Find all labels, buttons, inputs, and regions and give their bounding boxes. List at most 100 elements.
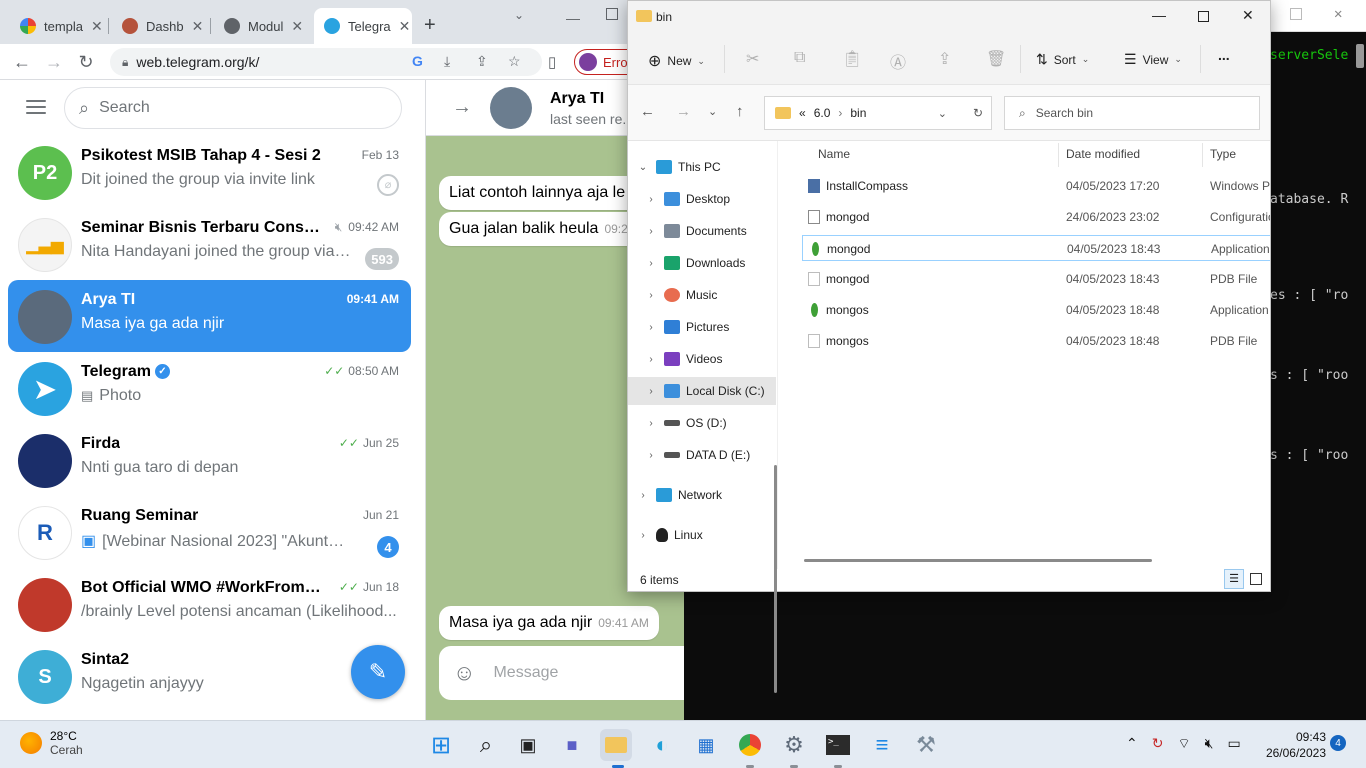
file-row[interactable]: mongos 04/05/2023 18:48 Application xyxy=(802,297,1270,323)
more-options-button[interactable]: ... xyxy=(1218,47,1230,63)
chevron-right-icon[interactable]: › xyxy=(644,194,658,205)
emoji-icon[interactable]: ☺ xyxy=(453,660,475,686)
maximize-icon[interactable] xyxy=(1290,8,1302,20)
chevron-up-icon[interactable]: ⌃ xyxy=(1126,735,1138,753)
arrow-right-icon[interactable]: → xyxy=(452,96,472,119)
chevron-right-icon[interactable]: › xyxy=(644,226,658,237)
install-icon[interactable]: ⤓ xyxy=(444,53,450,70)
address-bar[interactable]: « 6.0 › bin ⌄ ↻ xyxy=(764,96,992,130)
nav-item-data-d-e[interactable]: › DATA D (E:) xyxy=(628,441,776,469)
edge-icon[interactable]: ◐ xyxy=(646,729,678,761)
meet-icon[interactable]: ■ xyxy=(556,729,588,761)
back-icon[interactable]: ← xyxy=(10,50,34,74)
chevron-right-icon[interactable]: › xyxy=(644,322,658,333)
close-icon[interactable]: ✕ xyxy=(1242,7,1254,24)
share-icon[interactable]: ⇪ xyxy=(476,53,488,70)
nav-item-pictures[interactable]: › Pictures xyxy=(628,313,776,341)
chevron-right-icon[interactable]: › xyxy=(644,386,658,397)
breadcrumb-overflow[interactable]: « xyxy=(799,106,806,120)
new-tab-button[interactable]: + xyxy=(424,14,436,37)
chevron-down-icon[interactable]: ⌄ xyxy=(938,107,947,120)
nav-item-os-d[interactable]: › OS (D:) xyxy=(628,409,776,437)
forward-icon[interactable]: → xyxy=(676,103,691,120)
forward-icon[interactable]: → xyxy=(42,50,66,74)
nav-item-music[interactable]: › Music xyxy=(628,281,776,309)
details-view-icon[interactable]: ☰ xyxy=(1224,569,1244,589)
new-message-button[interactable]: ✎ xyxy=(351,645,405,699)
chevron-down-icon[interactable]: ⌄ xyxy=(636,162,650,173)
search-input[interactable]: ⌕ Search xyxy=(64,87,402,129)
nav-item-linux[interactable]: › Linux xyxy=(628,521,776,549)
paste-icon[interactable]: 📋︎ xyxy=(842,49,862,69)
nav-item-videos[interactable]: › Videos xyxy=(628,345,776,373)
chat-item[interactable]: Arya TI Masa iya ga ada njir 09:41 AM xyxy=(8,280,411,352)
avatar[interactable] xyxy=(490,87,532,129)
up-arrow-icon[interactable]: ↑ xyxy=(736,103,744,120)
chevron-right-icon[interactable]: › xyxy=(636,490,650,501)
tab-google[interactable]: templa ✕ xyxy=(10,8,106,44)
view-button[interactable]: ☰ View ⌄ xyxy=(1124,51,1182,68)
chevron-right-icon[interactable]: › xyxy=(644,418,658,429)
file-row[interactable]: mongod 04/05/2023 18:43 PDB File xyxy=(802,266,1270,292)
sync-error-icon[interactable]: ↻ xyxy=(1152,735,1164,753)
terminal-icon[interactable]: >_ xyxy=(822,729,854,761)
file-row[interactable]: mongod 24/06/2023 23:02 Configuratio xyxy=(802,204,1270,230)
message-input[interactable]: ☺ Message xyxy=(439,646,684,700)
bookmark-star-icon[interactable]: ☆ xyxy=(508,53,521,70)
nav-item-this-pc[interactable]: ⌄ This PC xyxy=(628,153,776,181)
close-icon[interactable]: ✕ xyxy=(1334,6,1342,22)
file-row[interactable]: InstallCompass 04/05/2023 17:20 Windows … xyxy=(802,173,1270,199)
chevron-right-icon[interactable]: › xyxy=(644,258,658,269)
file-explorer-icon[interactable] xyxy=(600,729,632,761)
file-row[interactable]: mongos 04/05/2023 18:48 PDB File xyxy=(802,328,1270,354)
copy-icon[interactable]: ⧉ xyxy=(794,49,805,67)
notepad-icon[interactable]: ≡ xyxy=(866,729,898,761)
battery-icon[interactable]: ▭ xyxy=(1227,735,1240,753)
volume-muted-icon[interactable]: 🔇︎ xyxy=(1205,735,1214,753)
chat-item[interactable]: R Ruang Seminar ▣ [Webinar Nasional 2023]… xyxy=(8,496,411,568)
minimize-icon[interactable]: — xyxy=(566,10,580,26)
start-icon[interactable]: ⊞ xyxy=(425,729,457,761)
chevron-right-icon[interactable]: › xyxy=(644,450,658,461)
terminal-scrollbar[interactable] xyxy=(1356,44,1364,68)
close-icon[interactable]: ✕ xyxy=(192,18,204,35)
notification-badge[interactable]: 4 xyxy=(1330,735,1346,751)
new-button[interactable]: ⊕ New ⌄ xyxy=(648,51,705,71)
chevron-down-icon[interactable]: ⌄ xyxy=(514,8,524,22)
nav-item-network[interactable]: › Network xyxy=(628,481,776,509)
nav-item-downloads[interactable]: › Downloads xyxy=(628,249,776,277)
tab-modul[interactable]: Modul ✕ xyxy=(214,8,310,44)
delete-icon[interactable]: 🗑︎ xyxy=(986,49,1006,69)
tab-telegram[interactable]: Telegra ✕ xyxy=(314,8,412,44)
settings-icon[interactable]: ⚙ xyxy=(778,729,810,761)
column-header-name[interactable]: Name xyxy=(818,147,850,161)
nav-item-desktop[interactable]: › Desktop xyxy=(628,185,776,213)
clock[interactable]: 09:43 26/06/2023 xyxy=(1246,729,1326,761)
cut-icon[interactable]: ✂ xyxy=(746,49,759,69)
column-header-type[interactable]: Type xyxy=(1210,147,1236,161)
chevron-right-icon[interactable]: › xyxy=(644,290,658,301)
refresh-icon[interactable]: ↻ xyxy=(973,106,983,120)
file-row[interactable]: mongod 04/05/2023 18:43 Application xyxy=(802,235,1270,261)
breadcrumb-item[interactable]: bin xyxy=(850,106,866,120)
share-icon[interactable]: ⇪ xyxy=(938,49,951,69)
rename-icon[interactable]: Ⓐ xyxy=(890,49,906,73)
nav-item-documents[interactable]: › Documents xyxy=(628,217,776,245)
file-list-scrollbar[interactable] xyxy=(804,559,1152,562)
explorer-titlebar[interactable]: bin — ✕ xyxy=(628,1,1270,33)
reload-icon[interactable]: ↻ xyxy=(74,50,98,74)
close-icon[interactable]: ✕ xyxy=(291,18,303,35)
task-view-icon[interactable]: ▣ xyxy=(512,729,544,761)
maximize-icon[interactable] xyxy=(606,8,618,20)
menu-icon[interactable] xyxy=(26,100,46,114)
google-lens-icon[interactable]: G xyxy=(412,53,423,69)
chrome-icon[interactable] xyxy=(734,729,766,761)
tiles-view-icon[interactable] xyxy=(1250,573,1262,585)
close-icon[interactable]: ✕ xyxy=(91,18,103,35)
chat-item[interactable]: Firda Nnti gua taro di depan ✓✓ Jun 25 xyxy=(8,424,411,496)
breadcrumb-item[interactable]: 6.0 xyxy=(814,106,831,120)
tab-dashboard[interactable]: Dashb ✕ xyxy=(112,8,208,44)
store-icon[interactable]: ▦ xyxy=(690,729,722,761)
search-input[interactable]: ⌕ Search bin xyxy=(1004,96,1260,130)
wifi-icon[interactable]: ⌔ xyxy=(1177,735,1190,753)
